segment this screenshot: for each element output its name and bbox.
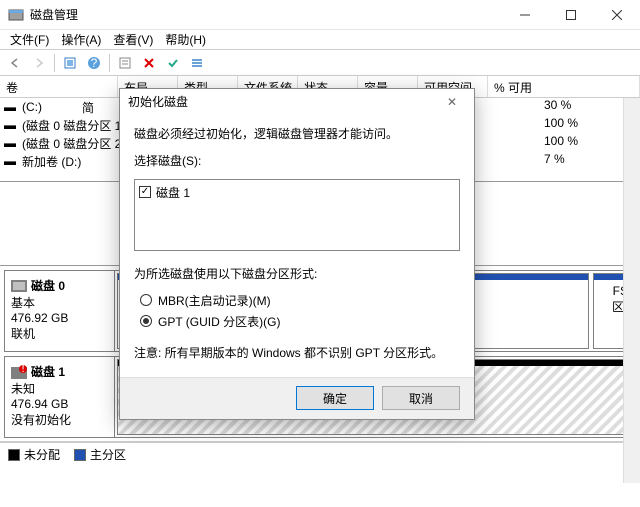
- volume-icon: ▬: [4, 118, 18, 132]
- forward-button[interactable]: [28, 52, 50, 74]
- radio-icon[interactable]: [140, 294, 152, 306]
- volume-icon: ▬: [4, 154, 18, 168]
- menubar: 文件(F) 操作(A) 查看(V) 帮助(H): [0, 30, 640, 50]
- volume-pct: 100 %: [540, 116, 620, 134]
- select-disk-label: 选择磁盘(S):: [134, 152, 460, 169]
- properties-button[interactable]: [114, 52, 136, 74]
- maximize-button[interactable]: [548, 0, 594, 30]
- disk-size: 476.94 GB: [11, 397, 108, 411]
- disk-info[interactable]: ! 磁盘 1 未知 476.94 GB 没有初始化: [5, 357, 115, 437]
- volume-name: (磁盘 0 磁盘分区 2): [22, 135, 125, 152]
- col-volume[interactable]: 卷: [0, 76, 118, 97]
- close-button[interactable]: [594, 0, 640, 30]
- minimize-button[interactable]: [502, 0, 548, 30]
- disk-name: 磁盘 0: [31, 277, 65, 294]
- legend-primary: 主分区: [74, 446, 126, 463]
- back-button[interactable]: [4, 52, 26, 74]
- volume-pct: 7 %: [540, 152, 620, 170]
- checkbox-icon[interactable]: ✓: [139, 186, 151, 198]
- radio-mbr[interactable]: MBR(主启动记录)(M): [140, 292, 460, 309]
- check-button[interactable]: [162, 52, 184, 74]
- vertical-scrollbar[interactable]: [623, 98, 640, 483]
- toolbar: ?: [0, 50, 640, 76]
- svg-text:?: ?: [91, 56, 98, 70]
- delete-button[interactable]: [138, 52, 160, 74]
- legend-unallocated: 未分配: [8, 446, 60, 463]
- dialog-title: 初始化磁盘: [128, 93, 438, 110]
- menu-help[interactable]: 帮助(H): [159, 29, 212, 50]
- volume-name: 新加卷 (D:): [22, 153, 81, 170]
- partition-style-label: 为所选磁盘使用以下磁盘分区形式:: [134, 265, 460, 282]
- initialize-disk-dialog: 初始化磁盘 ✕ 磁盘必须经过初始化，逻辑磁盘管理器才能访问。 选择磁盘(S): …: [119, 88, 475, 420]
- disk-status: 联机: [11, 325, 108, 342]
- disk-type: 基本: [11, 294, 108, 311]
- menu-view[interactable]: 查看(V): [107, 29, 159, 50]
- window-title: 磁盘管理: [30, 6, 502, 23]
- radio-gpt[interactable]: GPT (GUID 分区表)(G): [140, 313, 460, 330]
- volume-pct: 30 %: [540, 98, 620, 116]
- list-button[interactable]: [186, 52, 208, 74]
- volume-icon: ▬: [4, 100, 18, 114]
- disk-status: 没有初始化: [11, 411, 108, 428]
- volume-name: (磁盘 0 磁盘分区 1): [22, 117, 125, 134]
- help-button[interactable]: ?: [83, 52, 105, 74]
- disk-listbox[interactable]: ✓ 磁盘 1: [134, 179, 460, 251]
- menu-file[interactable]: 文件(F): [4, 29, 55, 50]
- radio-icon[interactable]: [140, 315, 152, 327]
- dialog-message: 磁盘必须经过初始化，逻辑磁盘管理器才能访问。: [134, 125, 460, 142]
- disk-icon: [11, 280, 27, 292]
- menu-action[interactable]: 操作(A): [55, 29, 107, 50]
- volume-pct: 100 %: [540, 134, 620, 152]
- unknown-disk-icon: !: [11, 365, 27, 379]
- svg-text:!: !: [21, 365, 24, 375]
- volume-name: (C:): [22, 100, 42, 114]
- disk-name: 磁盘 1: [31, 363, 65, 380]
- volume-layout: 简: [82, 99, 94, 116]
- legend: 未分配 主分区: [0, 442, 640, 466]
- disk-info[interactable]: 磁盘 0 基本 476.92 GB 联机: [5, 271, 115, 351]
- disk-type: 未知: [11, 380, 108, 397]
- disk-checkbox-item[interactable]: ✓ 磁盘 1: [139, 184, 455, 201]
- col-pct[interactable]: % 可用: [488, 76, 640, 97]
- dialog-note: 注意: 所有早期版本的 Windows 都不识别 GPT 分区形式。: [134, 344, 460, 361]
- volume-icon: ▬: [4, 136, 18, 150]
- disk-mgmt-icon: [8, 7, 24, 23]
- ok-button[interactable]: 确定: [296, 386, 374, 410]
- cancel-button[interactable]: 取消: [382, 386, 460, 410]
- disk-size: 476.92 GB: [11, 311, 108, 325]
- dialog-close-button[interactable]: ✕: [438, 95, 466, 109]
- refresh-button[interactable]: [59, 52, 81, 74]
- titlebar: 磁盘管理: [0, 0, 640, 30]
